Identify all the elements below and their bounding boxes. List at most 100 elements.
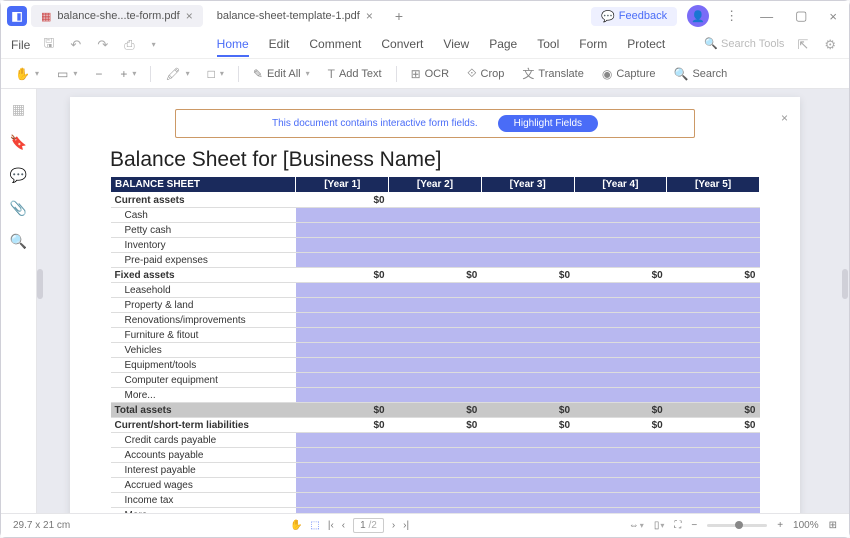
form-field[interactable] [481, 508, 574, 514]
form-field[interactable] [667, 208, 760, 223]
close-window-icon[interactable]: × [823, 9, 843, 24]
form-field[interactable] [574, 283, 667, 298]
form-field[interactable] [667, 508, 760, 514]
search-tools[interactable]: 🔍 Search Tools [704, 37, 784, 53]
new-tab-button[interactable]: + [387, 8, 411, 24]
form-field[interactable] [574, 448, 667, 463]
fit-width-icon[interactable]: ⇔▾ [629, 520, 644, 531]
maximize-icon[interactable]: ▢ [789, 8, 813, 24]
form-field[interactable] [481, 373, 574, 388]
form-field[interactable] [574, 238, 667, 253]
form-field[interactable] [574, 298, 667, 313]
form-field[interactable] [481, 298, 574, 313]
edit-all-button[interactable]: ✎Edit All▾ [249, 65, 314, 83]
capture-button[interactable]: ◉Capture [598, 65, 660, 83]
form-field[interactable] [389, 358, 482, 373]
zoom-in[interactable]: +▾ [116, 65, 140, 83]
settings-icon[interactable]: ⚙ [821, 37, 839, 53]
tab-comment[interactable]: Comment [309, 33, 361, 57]
undo-icon[interactable]: ↶ [67, 37, 84, 53]
redo-icon[interactable]: ↷ [94, 37, 111, 53]
select-mode-icon[interactable]: ⬚ [310, 520, 319, 531]
qat-dropdown-icon[interactable]: ▾ [149, 40, 159, 49]
form-field[interactable] [296, 313, 389, 328]
form-field[interactable] [296, 223, 389, 238]
next-page-icon[interactable]: › [392, 520, 395, 531]
banner-close-icon[interactable]: × [781, 111, 788, 125]
form-field[interactable] [296, 253, 389, 268]
zoom-out-status[interactable]: − [691, 520, 697, 531]
form-field[interactable] [667, 238, 760, 253]
form-field[interactable] [296, 493, 389, 508]
form-field[interactable] [389, 388, 482, 403]
form-field[interactable] [481, 283, 574, 298]
form-field[interactable] [667, 343, 760, 358]
form-field[interactable] [667, 358, 760, 373]
form-field[interactable] [296, 373, 389, 388]
form-field[interactable] [481, 448, 574, 463]
form-field[interactable] [574, 313, 667, 328]
form-field[interactable] [389, 343, 482, 358]
form-field[interactable] [574, 388, 667, 403]
zoom-out[interactable]: − [91, 65, 106, 83]
form-field[interactable] [574, 493, 667, 508]
document-tab-2[interactable]: balance-sheet-template-1.pdf × [207, 5, 383, 27]
zoom-in-status[interactable]: + [777, 520, 783, 531]
form-field[interactable] [389, 478, 482, 493]
form-field[interactable] [667, 373, 760, 388]
form-field[interactable] [481, 253, 574, 268]
form-field[interactable] [574, 433, 667, 448]
form-field[interactable] [389, 508, 482, 514]
search-button[interactable]: 🔍Search [669, 65, 731, 83]
prev-page-icon[interactable]: ‹ [342, 520, 345, 531]
hand-tool[interactable]: ✋▾ [11, 65, 43, 83]
form-field[interactable] [389, 493, 482, 508]
form-field[interactable] [667, 313, 760, 328]
zoom-level[interactable]: 100% [793, 520, 819, 531]
form-field[interactable] [667, 388, 760, 403]
form-field[interactable] [296, 478, 389, 493]
form-field[interactable] [296, 298, 389, 313]
form-field[interactable] [389, 328, 482, 343]
form-field[interactable] [296, 463, 389, 478]
file-menu[interactable]: File [11, 38, 30, 52]
fit-page-icon[interactable]: ⊞ [829, 520, 837, 531]
highlight-tool[interactable]: 🖍▾ [161, 65, 193, 83]
form-field[interactable] [296, 388, 389, 403]
form-field[interactable] [574, 463, 667, 478]
form-field[interactable] [296, 358, 389, 373]
form-field[interactable] [574, 343, 667, 358]
search-panel-icon[interactable]: 🔍 [10, 233, 27, 250]
form-field[interactable] [667, 223, 760, 238]
form-field[interactable] [389, 238, 482, 253]
comments-icon[interactable]: 💬 [10, 167, 27, 184]
form-field[interactable] [667, 448, 760, 463]
form-field[interactable] [296, 433, 389, 448]
tab-home[interactable]: Home [217, 33, 249, 57]
form-field[interactable] [296, 448, 389, 463]
tab-edit[interactable]: Edit [269, 33, 290, 57]
form-field[interactable] [389, 313, 482, 328]
add-text-button[interactable]: TAdd Text [324, 65, 386, 83]
bookmarks-icon[interactable]: 🔖 [10, 134, 27, 151]
form-field[interactable] [296, 508, 389, 514]
close-icon[interactable]: × [186, 9, 193, 23]
form-field[interactable] [481, 328, 574, 343]
single-page-icon[interactable]: ▯▾ [654, 520, 665, 531]
form-field[interactable] [667, 463, 760, 478]
user-avatar[interactable]: 👤 [687, 5, 709, 27]
form-field[interactable] [574, 358, 667, 373]
hand-mode-icon[interactable]: ✋ [290, 520, 302, 531]
tab-form[interactable]: Form [579, 33, 607, 57]
form-field[interactable] [574, 208, 667, 223]
form-field[interactable] [389, 433, 482, 448]
fullscreen-icon[interactable]: ⛶ [674, 520, 681, 531]
close-icon[interactable]: × [366, 9, 373, 23]
thumbnails-icon[interactable]: ▦ [12, 101, 25, 118]
last-page-icon[interactable]: ›| [403, 520, 409, 531]
form-field[interactable] [389, 283, 482, 298]
select-tool[interactable]: ▭▾ [53, 65, 81, 83]
form-field[interactable] [667, 433, 760, 448]
tab-convert[interactable]: Convert [381, 33, 423, 57]
save-icon[interactable]: 🖫 [40, 34, 57, 56]
